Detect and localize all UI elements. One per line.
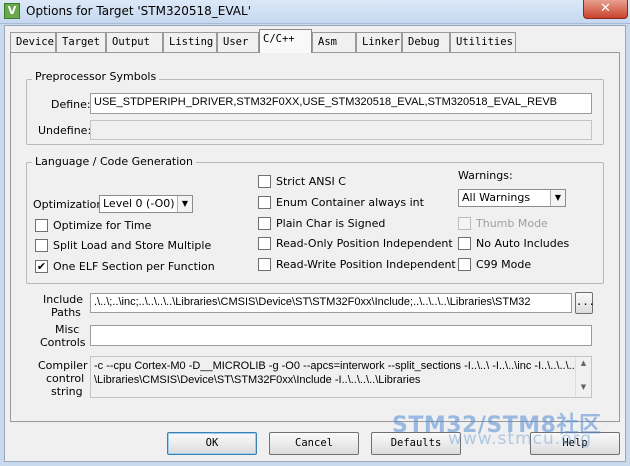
compiler-control-line-2: \Libraries\CMSIS\Device\ST\STM32F0xx\Inc… — [94, 374, 421, 386]
plain-char-checkbox[interactable] — [258, 217, 271, 230]
optimization-select[interactable]: Level 0 (-O0) ▼ — [99, 195, 193, 213]
plain-char-label: Plain Char is Signed — [276, 217, 386, 230]
rwpi-checkbox[interactable] — [258, 258, 271, 271]
ok-button[interactable]: OK — [167, 432, 257, 455]
scroll-down-icon: ▼ — [580, 383, 587, 391]
define-label: Define: — [51, 98, 91, 111]
no-auto-includes-checkbox[interactable] — [458, 237, 471, 250]
no-auto-includes-label: No Auto Includes — [476, 237, 570, 250]
compiler-control-label: Compiler — [38, 359, 88, 372]
tab-listing[interactable]: Listing — [163, 32, 217, 52]
tab-asm[interactable]: Asm — [312, 32, 356, 52]
chevron-down-icon: ▼ — [177, 196, 192, 212]
undefine-input[interactable] — [90, 120, 592, 140]
enum-container-checkbox[interactable] — [258, 196, 271, 209]
tab-utilities[interactable]: Utilities — [450, 32, 516, 52]
rwpi-label: Read-Write Position Independent — [276, 258, 456, 271]
split-load-checkbox[interactable] — [35, 239, 48, 252]
undefine-label: Undefine: — [38, 124, 92, 137]
one-elf-checkbox[interactable]: ✔ — [35, 260, 48, 273]
include-paths-browse-button[interactable]: ... — [575, 292, 595, 314]
optimize-time-checkbox[interactable] — [35, 219, 48, 232]
codegen-group-title: Language / Code Generation — [32, 155, 197, 168]
compiler-control-label-2: control — [46, 372, 85, 385]
misc-controls-label: Misc — [55, 323, 80, 336]
watermark-url: www.stmcu.org — [448, 429, 593, 449]
tab-device[interactable]: Device — [10, 32, 56, 52]
close-button[interactable]: ✕ — [583, 0, 628, 19]
checkmark-icon: ✔ — [36, 260, 47, 273]
optimization-label: Optimization: — [33, 198, 108, 211]
ropi-label: Read-Only Position Independent — [276, 237, 453, 250]
tab-linker[interactable]: Linker — [356, 32, 402, 52]
optimize-time-label: Optimize for Time — [53, 219, 152, 232]
chevron-down-icon: ▼ — [550, 190, 565, 206]
c99-mode-checkbox[interactable] — [458, 258, 471, 271]
window-title: Options for Target 'STM320518_EVAL' — [26, 4, 251, 18]
warnings-select[interactable]: All Warnings ▼ — [458, 189, 566, 207]
misc-controls-input[interactable] — [90, 325, 592, 346]
tab-target[interactable]: Target — [56, 32, 106, 52]
warnings-value: All Warnings — [462, 191, 531, 204]
compiler-control-line-1: -c --cpu Cortex-M0 -D__MICROLIB -g -O0 -… — [94, 360, 575, 372]
warnings-label: Warnings: — [458, 169, 513, 182]
compiler-control-string: -c --cpu Cortex-M0 -D__MICROLIB -g -O0 -… — [90, 356, 592, 398]
tab-c-cpp[interactable]: C/C++ — [259, 29, 312, 53]
thumb-mode-checkbox[interactable] — [458, 217, 471, 230]
app-icon: V — [4, 3, 20, 19]
tab-user[interactable]: User — [217, 32, 259, 52]
one-elf-label: One ELF Section per Function — [53, 260, 215, 273]
tab-debug[interactable]: Debug — [402, 32, 450, 52]
tab-output[interactable]: Output — [106, 32, 163, 52]
ropi-checkbox[interactable] — [258, 237, 271, 250]
compiler-control-label-3: string — [51, 385, 83, 398]
misc-controls-label-2: Controls — [40, 336, 86, 349]
include-paths-input[interactable]: .\..\;..\inc;..\..\..\..\Libraries\CMSIS… — [90, 293, 572, 313]
split-load-label: Split Load and Store Multiple — [53, 239, 212, 252]
include-paths-label-2: Paths — [51, 306, 81, 319]
strict-ansi-label: Strict ANSI C — [276, 175, 346, 188]
strict-ansi-checkbox[interactable] — [258, 175, 271, 188]
enum-container-label: Enum Container always int — [276, 196, 424, 209]
preprocessor-group-title: Preprocessor Symbols — [32, 70, 160, 83]
include-paths-label: Include — [43, 293, 84, 306]
optimization-value: Level 0 (-O0) — [103, 197, 175, 210]
c99-mode-label: C99 Mode — [476, 258, 532, 271]
cancel-button[interactable]: Cancel — [269, 432, 359, 455]
thumb-mode-label: Thumb Mode — [476, 217, 548, 230]
define-input[interactable]: USE_STDPERIPH_DRIVER,STM32F0XX,USE_STM32… — [90, 93, 592, 114]
compiler-control-scrollbar[interactable]: ▲ ▼ — [575, 357, 591, 397]
scroll-up-icon: ▲ — [580, 359, 587, 367]
